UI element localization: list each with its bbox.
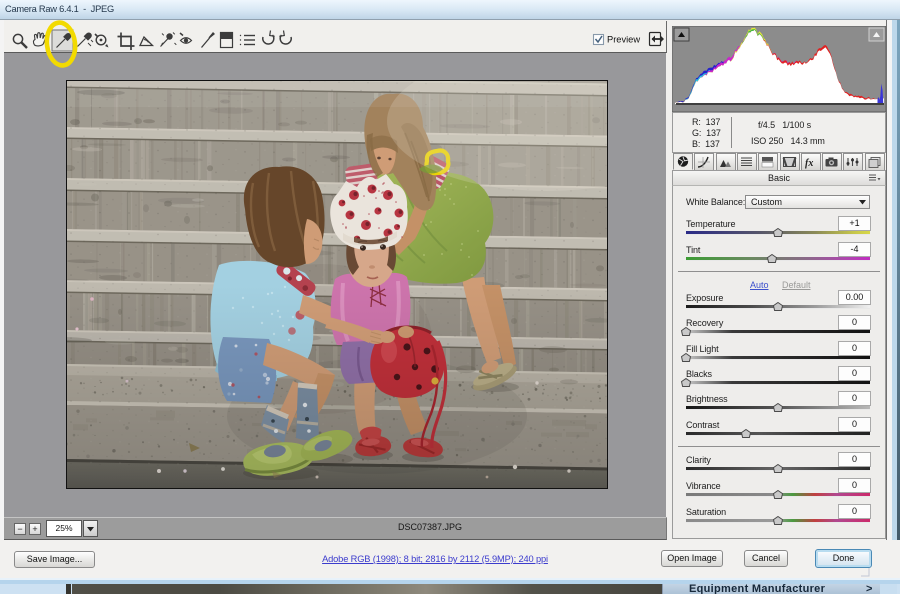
svg-text:Preview: Preview bbox=[607, 35, 640, 45]
svg-text:fx: fx bbox=[805, 158, 813, 169]
